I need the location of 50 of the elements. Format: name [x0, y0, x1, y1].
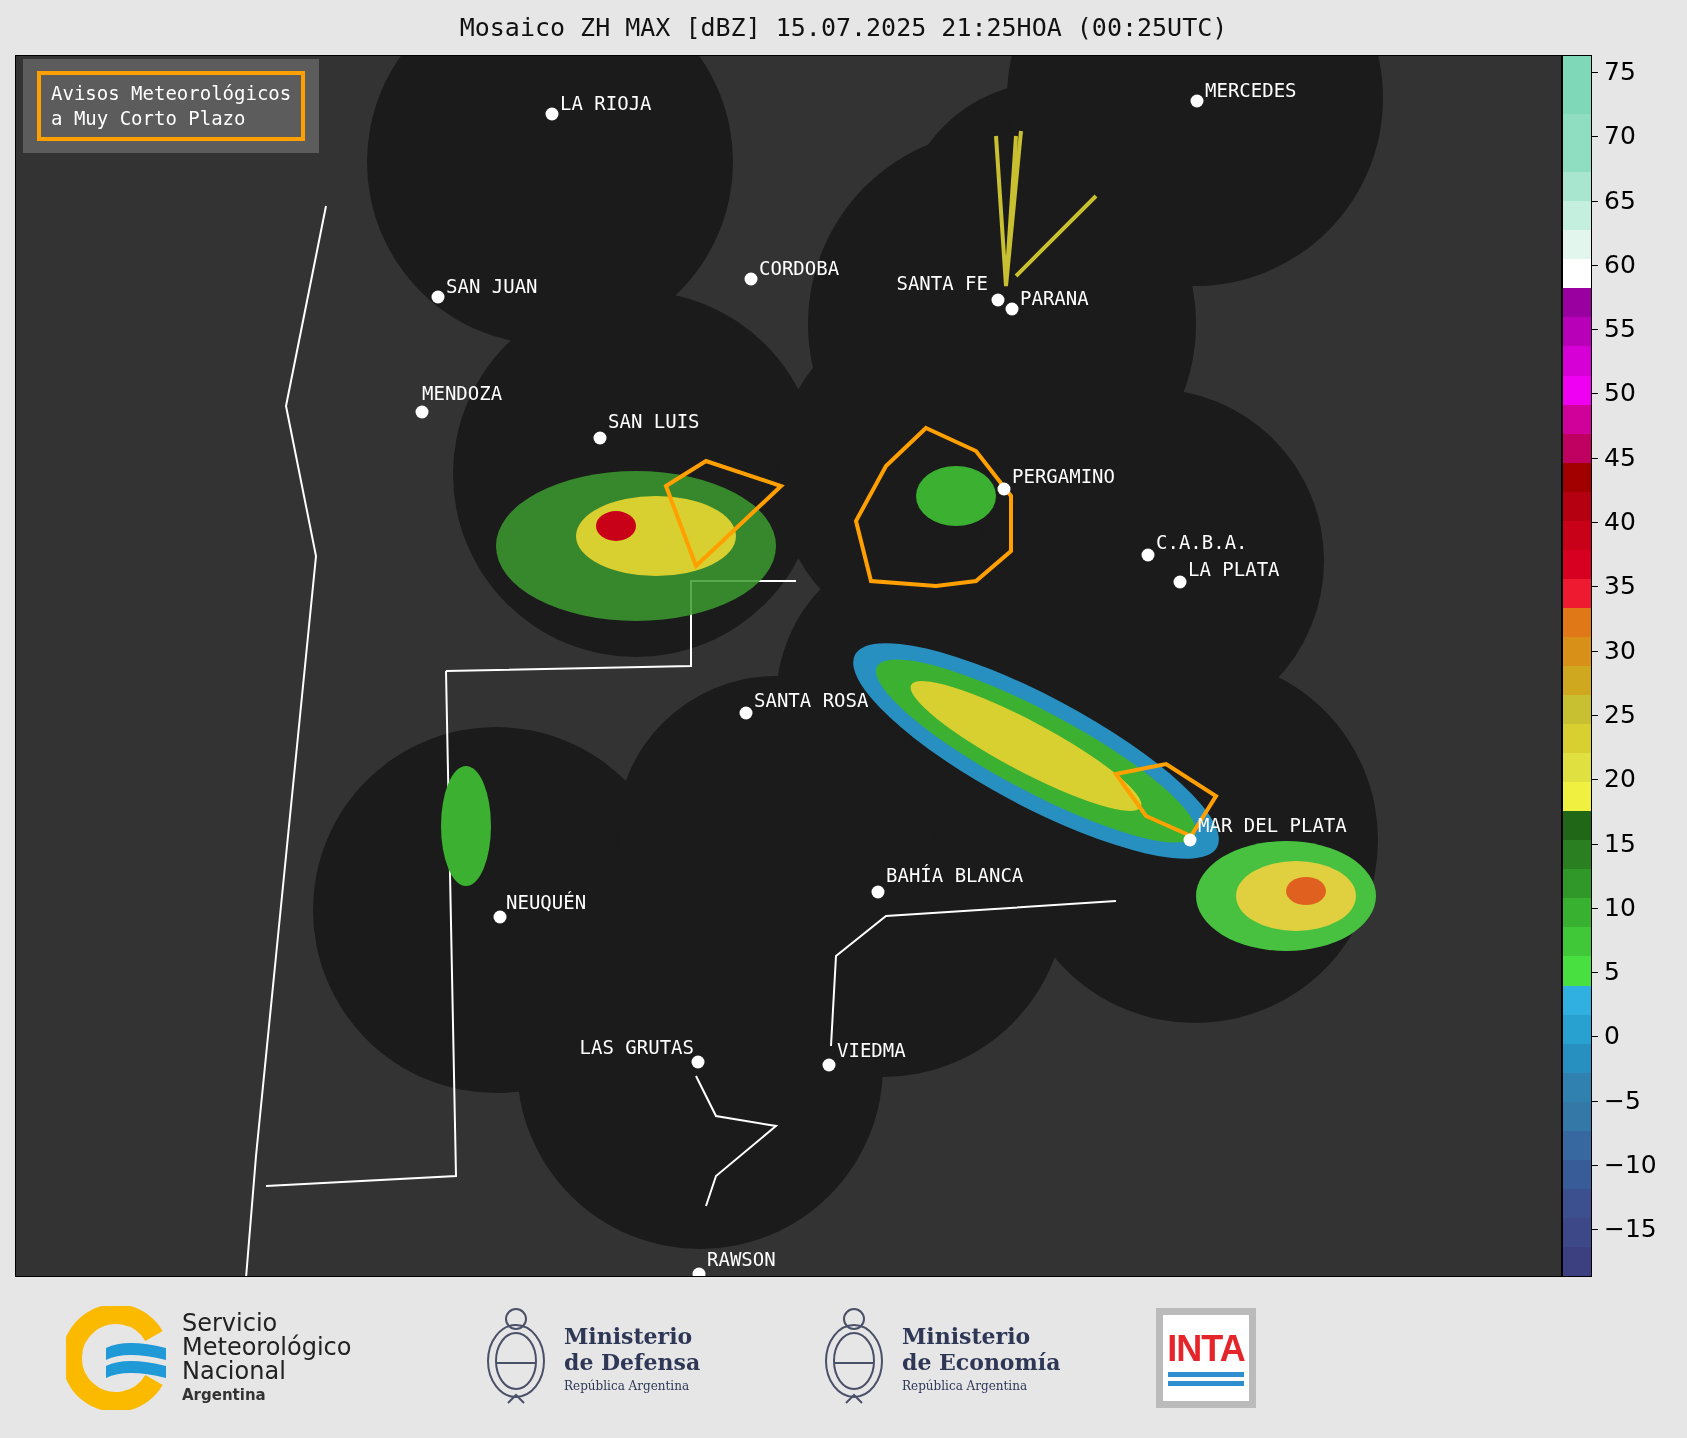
agency-name: Servicio [182, 1311, 278, 1335]
city-label: RAWSON [707, 1248, 776, 1270]
scale-tick-label: 45 [1604, 441, 1636, 474]
scale-tick-label: −10 [1604, 1149, 1657, 1182]
scale-tick-label: 25 [1604, 698, 1636, 731]
scale-tick-label: 20 [1604, 763, 1636, 796]
scale-tick-label: 35 [1604, 570, 1636, 603]
scale-tick-label: 10 [1604, 891, 1636, 924]
city-label: SAN JUAN [446, 275, 538, 297]
city-label: C.A.B.A. [1156, 531, 1248, 553]
ministry-country: República Argentina [564, 1378, 691, 1393]
ministry-name: Ministerio [564, 1322, 694, 1349]
city-label: SANTA ROSA [754, 689, 869, 711]
city-label: PARANA [1020, 287, 1089, 309]
agency-name: Meteorológico [182, 1335, 352, 1359]
scale-tick-label: 60 [1604, 248, 1636, 281]
agency-country: Argentina [182, 1386, 267, 1404]
ministry-name: de Defensa [564, 1348, 701, 1375]
city-label: PERGAMINO [1012, 465, 1115, 487]
scale-tick-label: 40 [1604, 506, 1636, 539]
city-label: LA PLATA [1188, 558, 1280, 580]
ministry-name: Ministerio [902, 1322, 1032, 1349]
scale-tick-label: 50 [1604, 377, 1636, 410]
scale-tick-label: 55 [1604, 313, 1636, 346]
city-label: VIEDMA [837, 1039, 906, 1061]
scale-tick-label: −15 [1604, 1213, 1657, 1246]
scale-tick-label: 70 [1604, 120, 1636, 153]
map-title: Mosaico ZH MAX [dBZ] 15.07.2025 21:25HOA (00:25UTC) [458, 12, 1229, 44]
city-label: LAS GRUTAS [579, 1036, 694, 1058]
scale-tick-label: −5 [1604, 1084, 1641, 1117]
ministry-country: República Argentina [902, 1378, 1029, 1393]
city-label: LA RIOJA [560, 92, 652, 114]
city-label: MENDOZA [422, 382, 503, 404]
scale-tick-label: 30 [1604, 634, 1636, 667]
ministry-name: de Economía [902, 1348, 1061, 1375]
legend-text: Avisos Meteorológicos [51, 81, 292, 106]
city-label: CORDOBA [759, 257, 840, 279]
city-label: NEUQUÉN [506, 891, 587, 913]
scale-tick-label: 65 [1604, 184, 1636, 217]
scale-tick-label: 15 [1604, 827, 1636, 860]
scale-tick-label: 0 [1604, 1020, 1620, 1053]
city-label: BAHÍA BLANCA [886, 864, 1024, 886]
scale-tick-label: 75 [1604, 56, 1636, 88]
scale-tick-label: 5 [1604, 956, 1620, 989]
city-label: MERCEDES [1205, 79, 1297, 101]
legend-text: a Muy Corto Plazo [51, 106, 247, 131]
city-label: SANTA FE [896, 272, 988, 294]
agency-name: Nacional [182, 1359, 286, 1383]
inta-text: INTA [1167, 1329, 1245, 1368]
city-label: SAN LUIS [608, 410, 700, 432]
